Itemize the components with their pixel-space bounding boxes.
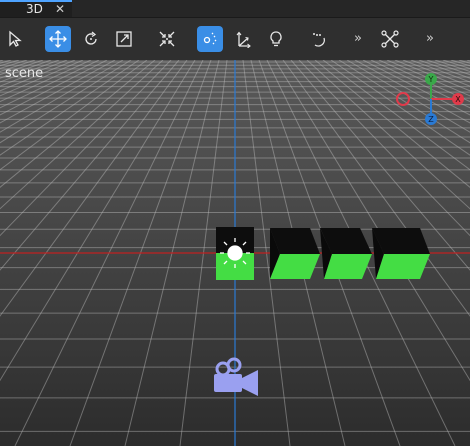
move-tool-button[interactable]	[45, 26, 71, 52]
gizmo-y-label: Y	[428, 75, 434, 84]
toolbar: » »	[0, 18, 470, 60]
snap-icon	[203, 32, 217, 45]
more-tools-button[interactable]: »	[345, 26, 371, 52]
scale-icon	[116, 31, 132, 47]
curve-tool-button[interactable]	[306, 26, 332, 52]
cube-2[interactable]	[270, 228, 320, 279]
close-icon[interactable]: ✕	[55, 2, 65, 17]
transform-tool-button[interactable]	[154, 26, 180, 52]
collapse-arrows-icon	[159, 31, 175, 47]
tab-bar: 3D ✕	[0, 0, 470, 18]
cursor-icon	[9, 30, 22, 47]
snap-tool-button[interactable]	[197, 26, 223, 52]
tab-label: 3D	[26, 2, 43, 16]
pivot-axes-icon	[236, 31, 251, 48]
node-tool-button[interactable]	[377, 26, 403, 52]
tab-3d[interactable]: 3D ✕	[0, 0, 72, 17]
viewport-canvas[interactable]: Y X Z	[0, 60, 470, 446]
chevron-double-right-icon: »	[426, 31, 434, 46]
rotate-tool-button[interactable]	[78, 26, 104, 52]
lightbulb-icon	[270, 31, 282, 47]
light-tool-button[interactable]	[263, 26, 289, 52]
scale-tool-button[interactable]	[111, 26, 137, 52]
gizmo-z-label: Z	[428, 115, 434, 124]
viewport-label: scene	[5, 66, 44, 81]
3d-viewport[interactable]: Y X Z scene	[0, 60, 470, 446]
more-tools-button-2[interactable]: »	[417, 26, 443, 52]
curve-icon	[313, 33, 325, 47]
select-tool-button[interactable]	[2, 26, 28, 52]
gizmo-x-label: X	[455, 95, 461, 104]
move-icon	[49, 30, 67, 48]
cube-4[interactable]	[372, 228, 430, 279]
rotate-icon	[85, 31, 97, 45]
chevron-double-right-icon: »	[354, 31, 362, 46]
pivot-tool-button[interactable]	[230, 26, 256, 52]
nodes-icon	[381, 30, 399, 48]
